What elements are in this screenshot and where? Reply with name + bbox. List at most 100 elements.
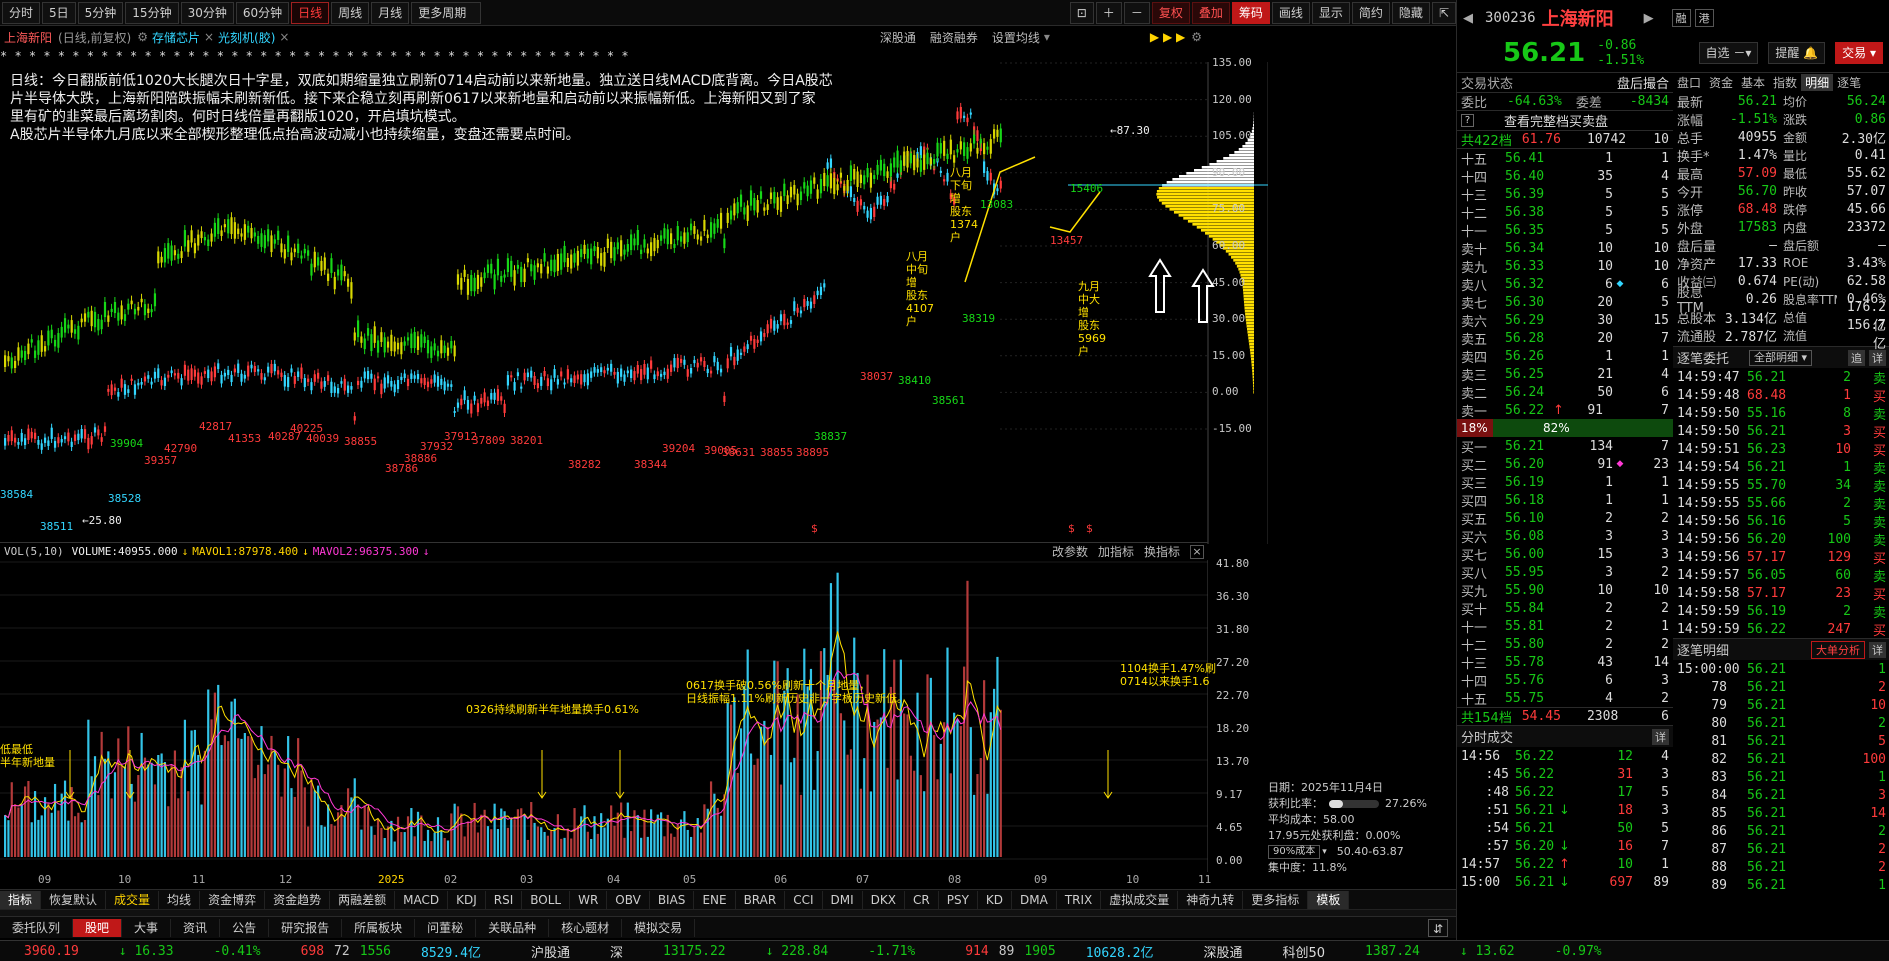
info-tab[interactable]: 逐笔 xyxy=(1833,74,1865,91)
concept-tag-storage[interactable]: 存储芯片 xyxy=(152,29,200,46)
sh-index[interactable]: 3960.19 xyxy=(24,944,79,959)
detail-button[interactable]: 详 xyxy=(1869,641,1886,658)
period-tab[interactable]: 60分钟 xyxy=(235,1,290,24)
period-tab[interactable]: 30分钟 xyxy=(180,1,234,24)
indicator-tab[interactable]: TRIX xyxy=(1057,890,1102,909)
indicator-tab[interactable]: BIAS xyxy=(650,890,695,909)
buy-level-row[interactable]: 买四56.181◆1 xyxy=(1457,491,1673,510)
indicator-tab[interactable]: 更多指标 xyxy=(1243,890,1309,909)
indicator-tab[interactable]: ENE xyxy=(694,890,736,909)
info-tab[interactable]: 资金 xyxy=(1705,74,1737,91)
indicator-tab[interactable]: PSY xyxy=(939,890,978,909)
bottom-tab[interactable]: 关联品种 xyxy=(476,918,550,937)
bottom-tab[interactable]: 核心题材 xyxy=(549,918,623,937)
bottom-tab[interactable]: 问董秘 xyxy=(415,918,477,937)
sell-level-row[interactable]: 十四56.4035◆4 xyxy=(1457,167,1673,186)
sell-level-row[interactable]: 卖十56.3410◆10 xyxy=(1457,239,1673,258)
buy-level-row[interactable]: 买七56.0015◆3 xyxy=(1457,545,1673,564)
overlay-button[interactable]: 叠加 xyxy=(1191,1,1230,24)
sell-level-row[interactable]: 卖三56.2521◆4 xyxy=(1457,365,1673,384)
buy-level-row[interactable]: 买六56.083◆3 xyxy=(1457,527,1673,546)
close-icon[interactable]: × xyxy=(204,30,214,44)
bottom-tab[interactable]: 资讯 xyxy=(171,918,221,937)
period-tab[interactable]: 15分钟 xyxy=(125,1,179,24)
sell-level-row[interactable]: 十五56.411◆1 xyxy=(1457,149,1673,168)
next-stock-icon[interactable]: ▶ xyxy=(1644,11,1654,26)
sz-index[interactable]: 13175.22 xyxy=(663,944,726,959)
lock-icon[interactable]: ⊡ xyxy=(1069,1,1094,24)
trade-button[interactable]: 交易 ▾ xyxy=(1835,42,1883,64)
sell-level-row[interactable]: 卖五56.2820◆7 xyxy=(1457,329,1673,348)
link-set-ma[interactable]: 设置均线 xyxy=(992,29,1040,46)
detail-button[interactable]: 详 xyxy=(1652,728,1669,745)
buy-level-row[interactable]: 十一55.812◆1 xyxy=(1457,617,1673,636)
sell-level-row[interactable]: 十二56.385◆5 xyxy=(1457,203,1673,222)
link-shenzhen-connect[interactable]: 深股通 xyxy=(880,29,916,46)
indicator-tab[interactable]: RSI xyxy=(486,890,523,909)
indicator-tab[interactable]: 模板 xyxy=(1308,890,1350,909)
draw-button[interactable]: 画线 xyxy=(1271,1,1310,24)
bottom-tab[interactable]: 公告 xyxy=(220,918,270,937)
concept-tag-litho[interactable]: 光刻机(胶) xyxy=(218,29,275,46)
sell-level-row[interactable]: 十一56.355◆5 xyxy=(1457,221,1673,240)
indicator-tab[interactable]: OBV xyxy=(607,890,650,909)
add-indicator-link[interactable]: 加指标 xyxy=(1098,543,1134,560)
buy-level-row[interactable]: 十三55.7843◆14 xyxy=(1457,653,1673,672)
indicator-tab[interactable]: BOLL xyxy=(522,890,571,909)
indicator-tab[interactable]: 神奇九转 xyxy=(1178,890,1244,909)
indicator-tab[interactable]: CCI xyxy=(785,890,823,909)
gear-icon[interactable]: ⚙ xyxy=(137,30,148,44)
period-tab[interactable]: 日线 xyxy=(291,1,330,24)
cost-select[interactable]: 90%成本 xyxy=(1268,845,1321,859)
bottom-tab[interactable]: 委托队列 xyxy=(0,918,74,937)
scroll-bar[interactable] xyxy=(0,909,1456,916)
sell-level-row[interactable]: 卖二56.2450◆6 xyxy=(1457,383,1673,402)
bottom-tab[interactable]: 股吧 xyxy=(73,918,123,937)
buy-level-row[interactable]: 买三56.191◆1 xyxy=(1457,473,1673,492)
indicator-tab[interactable]: 均线 xyxy=(159,890,201,909)
follow-button[interactable]: 追 xyxy=(1848,349,1865,366)
indicator-tab[interactable]: 资金趋势 xyxy=(265,890,331,909)
info-tab[interactable]: 指数 xyxy=(1769,74,1801,91)
period-tab[interactable]: 分时 xyxy=(2,1,41,24)
big-order-button[interactable]: 大单分析 xyxy=(1811,640,1865,659)
hgt-label[interactable]: 沪股通 xyxy=(531,942,570,961)
watchlist-button[interactable]: 自选 －▾ xyxy=(1698,42,1759,64)
buy-level-row[interactable]: 十二55.802◆2 xyxy=(1457,635,1673,654)
buy-level-row[interactable]: 买一56.21134◆7 xyxy=(1457,437,1673,456)
sell-level-row[interactable]: 卖四56.261◆1 xyxy=(1457,347,1673,366)
indicator-tab[interactable]: 资金博弈 xyxy=(200,890,266,909)
indicator-tab[interactable]: CR xyxy=(905,890,939,909)
detail-button[interactable]: 详 xyxy=(1869,349,1886,366)
sell-level-row[interactable]: 十三56.395◆5 xyxy=(1457,185,1673,204)
zoom-in-icon[interactable]: ＋ xyxy=(1095,1,1122,24)
collapse-icon[interactable]: ⇱ xyxy=(1431,1,1456,24)
fuquan-button[interactable]: 复权 xyxy=(1151,1,1190,24)
hide-button[interactable]: 隐藏 xyxy=(1391,1,1430,24)
indicator-tab[interactable]: KDJ xyxy=(448,890,486,909)
switch-indicator-link[interactable]: 换指标 xyxy=(1144,543,1180,560)
sell-level-row[interactable]: 卖六56.2930◆15 xyxy=(1457,311,1673,330)
buy-level-row[interactable]: 买八55.953◆2 xyxy=(1457,563,1673,582)
alert-button[interactable]: 提醒 🔔 xyxy=(1768,42,1826,64)
close-icon[interactable]: × xyxy=(1190,544,1204,559)
bottom-tab[interactable]: 所属板块 xyxy=(342,918,416,937)
info-tab[interactable]: 基本 xyxy=(1737,74,1769,91)
buy-level-row[interactable]: 十五55.754◆2 xyxy=(1457,689,1673,708)
indicator-tab[interactable]: DKX xyxy=(863,890,905,909)
indicator-tab[interactable]: WR xyxy=(570,890,608,909)
play-icon[interactable]: ▶ ▶ ▶ xyxy=(1150,30,1185,44)
buy-level-row[interactable]: 买十55.842◆2 xyxy=(1457,599,1673,618)
info-tab[interactable]: 盘口 xyxy=(1673,74,1705,91)
period-tab[interactable]: 周线 xyxy=(331,1,370,24)
period-tab[interactable]: 5分钟 xyxy=(77,1,124,24)
buy-level-row[interactable]: 买五56.102◆2 xyxy=(1457,509,1673,528)
sell-level-row[interactable]: 卖九56.3310◆10 xyxy=(1457,257,1673,276)
indicator-tab[interactable]: BRAR xyxy=(736,890,786,909)
period-tab[interactable]: 月线 xyxy=(371,1,410,24)
chevron-down-icon[interactable]: ▾ xyxy=(1044,30,1050,44)
indicator-tab[interactable]: 两融差额 xyxy=(330,890,396,909)
link-margin[interactable]: 融资融券 xyxy=(930,29,978,46)
sell-level-row[interactable]: 卖八 56.32 6 ◆ 6 xyxy=(1457,275,1673,294)
period-tab[interactable]: 更多周期 xyxy=(411,1,482,24)
